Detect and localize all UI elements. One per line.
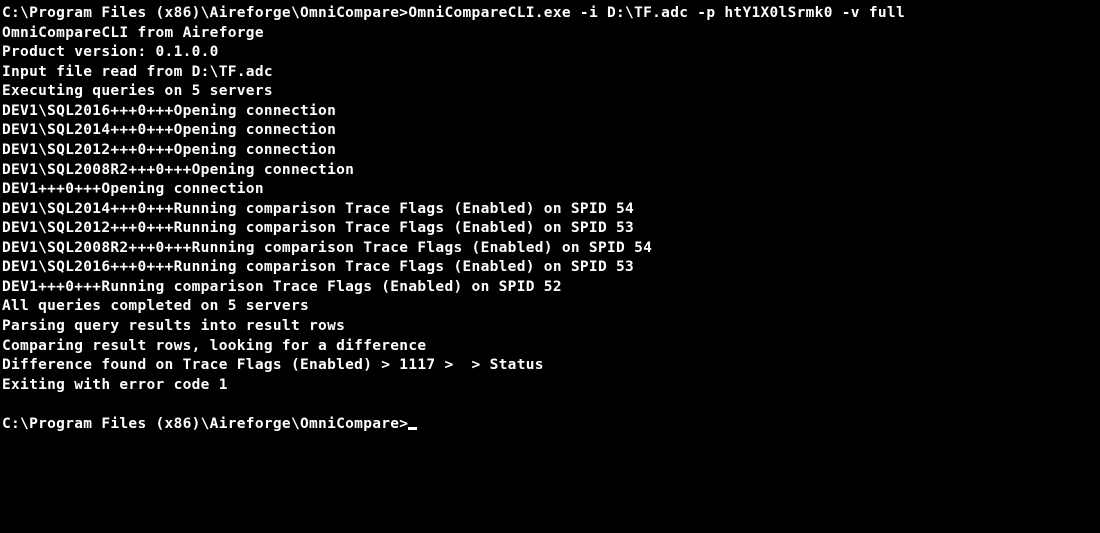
output-line: DEV1\SQL2012+++0+++Opening connection [2,141,1098,161]
command-line: C:\Program Files (x86)\Aireforge\OmniCom… [2,4,1098,24]
output-line: DEV1\SQL2014+++0+++Opening connection [2,121,1098,141]
active-prompt-line[interactable]: C:\Program Files (x86)\Aireforge\OmniCom… [2,415,1098,435]
output-line: All queries completed on 5 servers [2,297,1098,317]
prompt-text: C:\Program Files (x86)\Aireforge\OmniCom… [2,415,408,435]
command-text: OmniCompareCLI.exe -i D:\TF.adc -p htY1X… [408,5,905,21]
prompt-text: C:\Program Files (x86)\Aireforge\OmniCom… [2,5,408,21]
output-line: DEV1\SQL2014+++0+++Running comparison Tr… [2,200,1098,220]
output-line: Comparing result rows, looking for a dif… [2,337,1098,357]
output-line: Exiting with error code 1 [2,376,1098,396]
output-line: Product version: 0.1.0.0 [2,43,1098,63]
terminal-window[interactable]: C:\Program Files (x86)\Aireforge\OmniCom… [2,4,1098,434]
output-line: DEV1+++0+++Running comparison Trace Flag… [2,278,1098,298]
output-line: Input file read from D:\TF.adc [2,63,1098,83]
output-line: OmniCompareCLI from Aireforge [2,24,1098,44]
cursor [408,427,417,430]
output-line: DEV1\SQL2008R2+++0+++Running comparison … [2,239,1098,259]
output-line: Difference found on Trace Flags (Enabled… [2,356,1098,376]
output-line: Executing queries on 5 servers [2,82,1098,102]
output-line: DEV1+++0+++Opening connection [2,180,1098,200]
output-line: DEV1\SQL2016+++0+++Opening connection [2,102,1098,122]
output-line: DEV1\SQL2012+++0+++Running comparison Tr… [2,219,1098,239]
output-line: DEV1\SQL2016+++0+++Running comparison Tr… [2,258,1098,278]
blank-line [2,395,1098,415]
output-line: Parsing query results into result rows [2,317,1098,337]
output-line: DEV1\SQL2008R2+++0+++Opening connection [2,161,1098,181]
